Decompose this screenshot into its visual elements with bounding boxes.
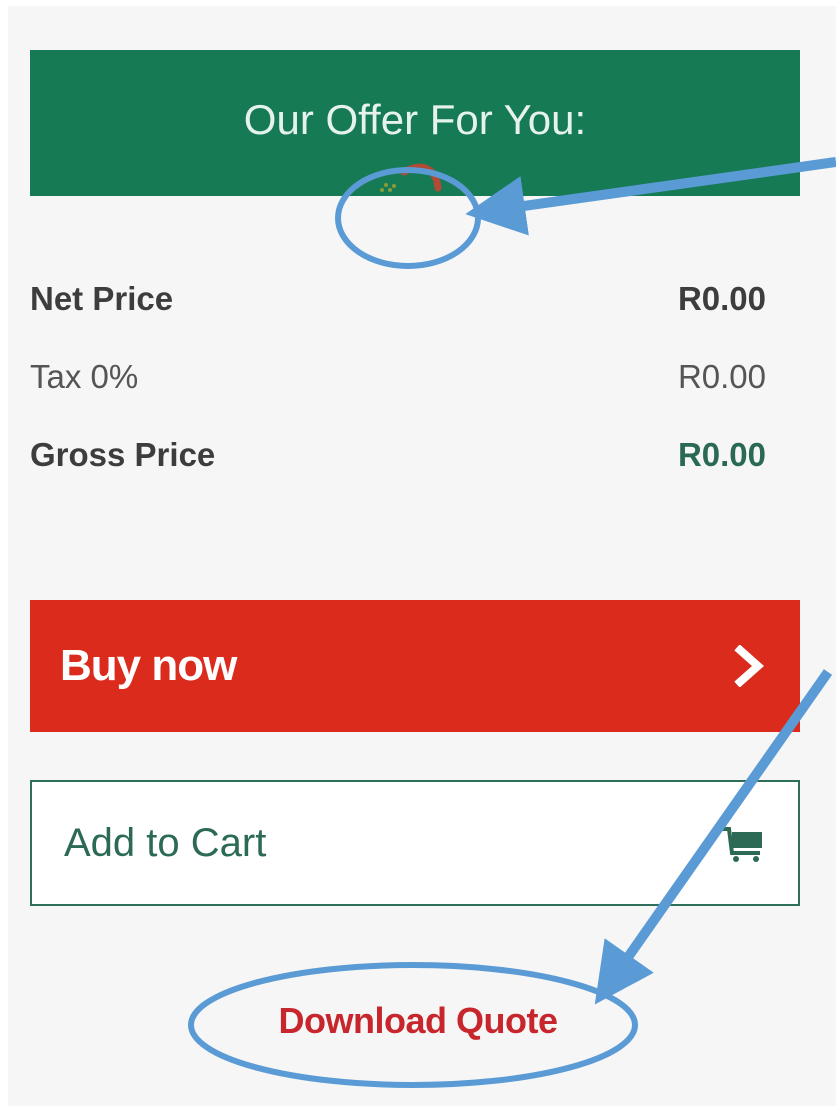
buy-now-label: Buy now [60, 641, 237, 690]
net-price-label: Net Price [30, 280, 174, 317]
gross-price-value: R0.00 [677, 436, 766, 473]
download-quote-link[interactable]: Download Quote [0, 1000, 836, 1042]
buy-now-button[interactable]: Buy now [30, 600, 800, 732]
add-to-cart-button[interactable]: Add to Cart [30, 780, 800, 906]
net-price-value: R0.00 [677, 280, 766, 317]
tax-value: R0.00 [677, 358, 766, 395]
gross-price-label: Gross Price [30, 436, 216, 473]
screenshot-canvas: Our Offer For You: Net Price R0.00 Tax 0… [0, 0, 836, 1112]
shopping-cart-icon [722, 827, 762, 862]
loading-spinner-icon [380, 163, 442, 192]
net-price-row: Net Price R0.00 [30, 280, 766, 318]
tax-label: Tax 0% [30, 358, 139, 395]
chevron-right-icon [734, 645, 765, 687]
gross-price-row: Gross Price R0.00 [30, 436, 766, 474]
add-to-cart-label: Add to Cart [64, 820, 267, 865]
tax-row: Tax 0% R0.00 [30, 358, 766, 396]
